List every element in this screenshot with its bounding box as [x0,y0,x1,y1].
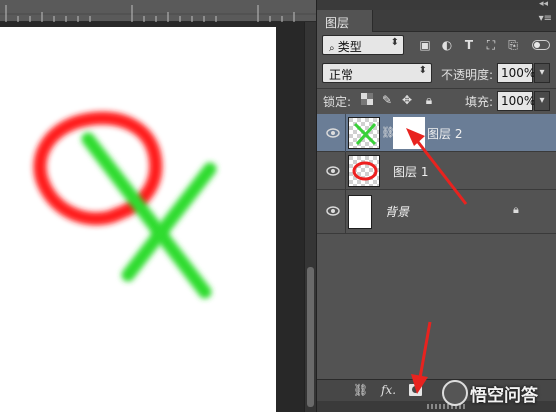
vertical-scrollbar[interactable] [304,22,316,412]
panel-top-bar: ◂◂ [317,0,556,10]
lock-move-icon[interactable]: ✥ [399,92,415,108]
layers-panel: ◂◂ 图层 ▾≡ ⌕ 类型 ⬍ ▣ ◐ T ⛶ ⎘ 正常 ⬍ 不透明度: 100% [316,0,556,412]
lock-label: 锁定: [323,95,352,109]
panel-menu-icon[interactable]: ▾≡ [539,13,552,24]
layer-row-2[interactable]: ⛓ 图层 2 [317,114,556,152]
smart-object-icon[interactable]: ⎘ [505,37,521,53]
filter-label: 类型 [337,40,362,54]
scrollbar-thumb[interactable] [307,267,314,407]
layer-1-name[interactable]: 图层 1 [393,163,428,180]
lock-all-icon[interactable]: 🔒︎ [421,92,437,108]
filter-toggle[interactable] [532,40,550,50]
tab-layers[interactable]: 图层 [317,10,373,32]
layer-row-background[interactable]: 背景 🔒︎ [317,190,556,234]
blend-mode-select[interactable]: 正常 ⬍ [322,63,432,83]
layers-list: ⛓ 图层 2 图层 1 背景 🔒︎ [317,114,556,238]
photoshop-window: ◂◂ 图层 ▾≡ ⌕ 类型 ⬍ ▣ ◐ T ⛶ ⎘ 正常 ⬍ 不透明度: 100% [0,0,556,412]
lock-icon: 🔒︎ [513,203,519,216]
layer-2-mask-thumbnail[interactable] [393,117,425,149]
type-icon[interactable]: T [461,37,477,53]
lock-brush-icon[interactable]: ✎ [379,92,395,108]
image-icon[interactable]: ▣ [417,37,433,53]
layers-empty-area[interactable] [317,238,556,379]
document-canvas[interactable] [0,27,276,412]
fx-icon[interactable]: fx. [381,383,396,397]
horizontal-ruler [0,0,316,22]
eye-icon[interactable] [325,163,341,179]
filter-row: ⌕ 类型 ⬍ ▣ ◐ T ⛶ ⎘ [317,33,556,59]
mask-icon[interactable] [409,384,422,396]
layer-2-thumbnail [348,117,380,149]
filter-select[interactable]: ⌕ 类型 ⬍ [322,35,404,55]
lock-row: 锁定: ✎ ✥ 🔒︎ 填充: 100% ▾ [317,89,556,113]
chevron-updown-icon: ⬍ [418,65,427,76]
adjustment-icon[interactable]: ◐ [439,37,455,53]
canvas-drawing [33,111,217,299]
document-area[interactable] [0,22,304,412]
background-thumbnail [348,195,372,229]
search-icon: ⌕ [329,43,338,54]
eye-icon[interactable] [325,125,341,141]
link-icon[interactable]: ⛓ [353,383,368,397]
opacity-dropdown[interactable]: ▾ [534,63,550,83]
blend-row: 正常 ⬍ 不透明度: 100% ▾ [317,61,556,87]
eye-icon[interactable] [325,203,341,219]
opacity-input[interactable]: 100% [497,63,535,83]
layer-1-thumbnail [348,155,380,187]
collapse-icon[interactable]: ◂◂ [539,0,548,9]
background-layer-name[interactable]: 背景 [385,203,409,220]
layer-row-1[interactable]: 图层 1 [317,152,556,190]
watermark-logo-icon [442,380,468,406]
transform-icon[interactable]: ⛶ [483,37,499,53]
chevron-updown-icon: ⬍ [390,37,399,48]
watermark-text: 悟空问答 [470,386,538,406]
watermark: 悟空问答 [440,378,556,408]
lock-transparency-icon[interactable] [359,93,375,109]
fill-label: 填充: [465,95,494,109]
opacity-label: 不透明度: [441,68,494,82]
panel-tab-row: 图层 ▾≡ [317,10,556,32]
blend-mode-value: 正常 [329,68,354,82]
fill-input[interactable]: 100% [497,91,535,111]
green-stroke-2 [121,162,217,282]
layer-2-name[interactable]: 图层 2 [427,125,462,142]
fill-dropdown[interactable]: ▾ [534,91,550,111]
